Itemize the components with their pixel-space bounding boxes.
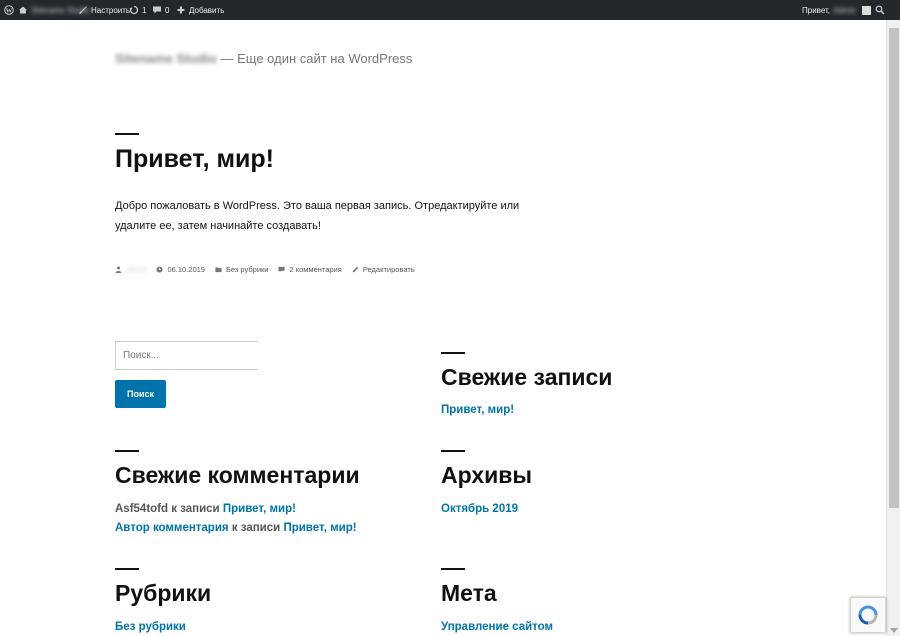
- comment-connector: к записи: [171, 503, 220, 515]
- search-input[interactable]: [115, 341, 258, 370]
- list-item: Автор комментария к записи Привет, мир!: [115, 519, 357, 538]
- comment-author-link[interactable]: Автор комментария: [115, 522, 229, 534]
- archive-link[interactable]: Октябрь 2019: [441, 503, 518, 515]
- home-icon: [19, 6, 27, 14]
- add-new-label: Добавить: [189, 5, 225, 15]
- updates-count: 1: [142, 5, 147, 15]
- post-category[interactable]: Без рубрики: [215, 264, 269, 274]
- admin-bar: W Sitename Studio Настроить 1 0 Добавить: [0, 0, 900, 20]
- widget-divider: [115, 568, 139, 570]
- recent-post-link[interactable]: Привет, мир!: [441, 404, 514, 416]
- category-link[interactable]: Без рубрики: [115, 621, 186, 633]
- comment-icon: [278, 266, 286, 272]
- recent-comments-list: Asf54tofd к записи Привет, мир! Автор ко…: [115, 500, 357, 538]
- search-icon: [875, 5, 885, 15]
- post-date[interactable]: 06.10.2019: [156, 265, 205, 274]
- page-scrollbar[interactable]: [886, 20, 900, 636]
- updates-menu[interactable]: 1: [129, 0, 146, 20]
- comment-post-link[interactable]: Привет, мир!: [283, 522, 356, 534]
- widget-divider: [441, 450, 465, 452]
- post-edit[interactable]: Редактировать: [352, 265, 415, 274]
- user-icon: [115, 266, 122, 273]
- plus-icon: [177, 6, 185, 14]
- post-comments-text: 2 комментария: [289, 264, 342, 274]
- post-comments[interactable]: 2 комментария: [278, 264, 342, 274]
- wordpress-logo-icon: W: [4, 5, 14, 15]
- admin-bar-search[interactable]: [875, 0, 885, 20]
- post-edit-text: Редактировать: [362, 264, 415, 274]
- comment-author: Asf54tofd: [115, 503, 169, 515]
- archives-title: Архивы: [441, 462, 533, 488]
- paintbrush-icon: [79, 6, 87, 14]
- comments-count: 0: [165, 5, 170, 15]
- categories-list: Без рубрики: [115, 618, 186, 636]
- customize-label: Настроить: [91, 5, 131, 15]
- post-author-name: admin: [126, 264, 147, 274]
- clock-icon: [156, 265, 163, 273]
- pencil-icon: [352, 266, 359, 272]
- archives-list: Октябрь 2019: [441, 500, 518, 519]
- recaptcha-badge[interactable]: [850, 597, 886, 633]
- comments-menu[interactable]: 0: [152, 0, 169, 20]
- comment-bubble-icon: [153, 6, 161, 14]
- recent-comments-title: Свежие комментарии: [115, 462, 360, 488]
- customize-menu[interactable]: Настроить: [78, 0, 130, 20]
- my-account-menu[interactable]: Привет, Admin: [802, 0, 871, 20]
- site-title-link[interactable]: Sitename Studio: [115, 51, 217, 66]
- list-item: Asf54tofd к записи Привет, мир!: [115, 500, 357, 519]
- categories-title: Рубрики: [115, 580, 212, 606]
- search-button[interactable]: Поиск: [115, 380, 166, 408]
- post-content: Добро пожаловать в WordPress. Это ваша п…: [115, 200, 520, 232]
- meta-list: Управление сайтом: [441, 618, 553, 636]
- site-header: Sitename Studio — Еще один сайт на WordP…: [115, 51, 412, 66]
- site-title-separator: —: [220, 51, 234, 66]
- post-author[interactable]: admin: [115, 265, 146, 274]
- post-title[interactable]: Привет, мир!: [115, 145, 274, 174]
- meta-title: Мета: [441, 580, 497, 606]
- widget-divider: [441, 352, 465, 354]
- admin-bar-username: Admin: [833, 5, 856, 15]
- greeting-label: Привет,: [802, 5, 831, 15]
- comment-post-link[interactable]: Привет, мир!: [223, 503, 296, 515]
- new-content-menu[interactable]: Добавить: [176, 0, 224, 20]
- recaptcha-icon: [858, 605, 878, 625]
- site-description: Еще один сайт на WordPress: [237, 51, 413, 66]
- recent-posts-title: Свежие записи: [441, 364, 613, 390]
- svg-text:W: W: [6, 7, 13, 14]
- widget-divider: [441, 568, 465, 570]
- widget-divider: [115, 450, 139, 452]
- updates-icon: [129, 5, 139, 15]
- post-date-text: 06.10.2019: [167, 264, 205, 274]
- folder-icon: [215, 266, 222, 272]
- scroll-down-arrow[interactable]: [890, 628, 898, 633]
- post-category-text: Без рубрики: [225, 264, 269, 274]
- post-meta: admin 06.10.2019 Без рубрики 2 комментар…: [115, 262, 425, 276]
- wp-logo-menu[interactable]: W: [4, 0, 14, 20]
- meta-link[interactable]: Управление сайтом: [441, 621, 553, 633]
- avatar: [861, 5, 871, 15]
- recent-posts-list: Привет, мир!: [441, 401, 514, 420]
- post-divider: [115, 133, 139, 135]
- comment-connector: к записи: [231, 522, 281, 534]
- scrollbar-thumb[interactable]: [889, 28, 899, 508]
